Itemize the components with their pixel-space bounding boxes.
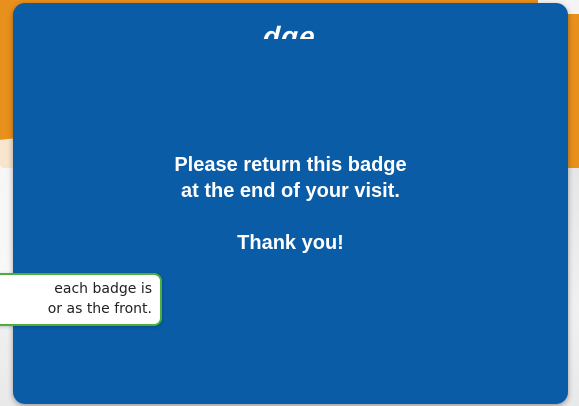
badge-thanks: Thank you! bbox=[237, 232, 344, 254]
callout-line-2: or as the front. bbox=[47, 301, 152, 317]
badge-header-fragment: dge bbox=[261, 22, 320, 40]
badge-message-line-1: Please return this badge bbox=[174, 154, 407, 176]
badge-header-rule bbox=[256, 39, 336, 42]
badge-header: dge bbox=[13, 3, 568, 47]
info-callout: each badge is or as the front. bbox=[0, 273, 162, 326]
badge-header-text: dge bbox=[262, 22, 319, 40]
badge-message-line-2: at the end of your visit. bbox=[181, 180, 400, 202]
visitor-badge-back: dge Please return this badge at the end … bbox=[13, 3, 568, 404]
badge-message: Please return this badge at the end of y… bbox=[13, 152, 568, 256]
callout-line-1: each badge is bbox=[54, 281, 152, 297]
